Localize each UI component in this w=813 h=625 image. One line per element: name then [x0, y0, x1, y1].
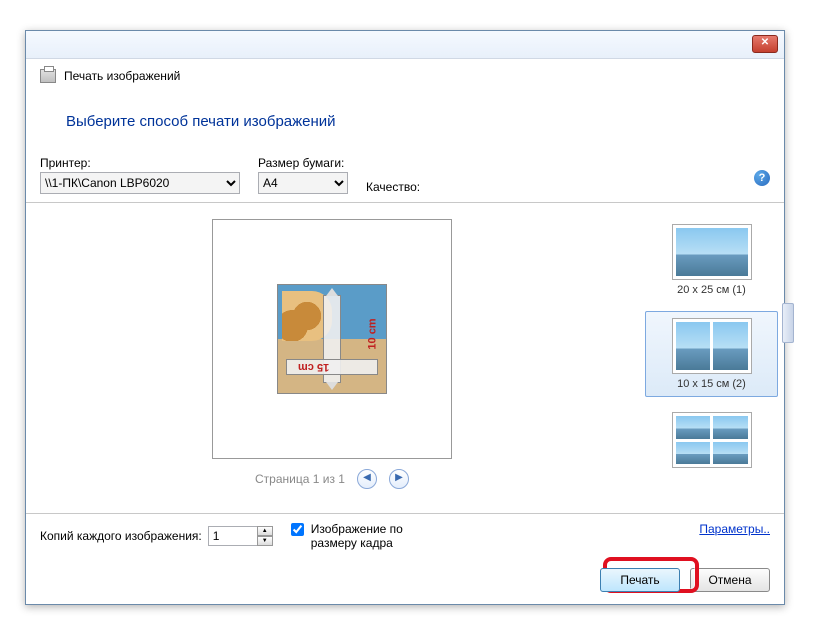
printer-label: Принтер: [40, 156, 240, 170]
layout-option-2[interactable] [645, 405, 778, 479]
layout-option-0[interactable]: 20 x 25 см (1) [645, 217, 778, 303]
prev-page-button[interactable]: ◀ [357, 469, 377, 489]
copies-spinner: ▲ ▼ [257, 526, 273, 546]
copies-up-button[interactable]: ▲ [257, 526, 273, 536]
layout-cell [713, 416, 748, 439]
fit-frame-checkbox[interactable] [291, 523, 304, 536]
layout-thumb [672, 318, 752, 374]
print-options-row: Принтер: \\1-ПК\Canon LBP6020 Размер бум… [26, 152, 784, 203]
copies-down-button[interactable]: ▼ [257, 536, 273, 546]
dialog-title: Печать изображений [64, 69, 180, 83]
fit-frame-label: Изображение по размеру кадра [311, 522, 447, 550]
page-counter-row: Страница 1 из 1 ◀ ▶ [255, 469, 409, 489]
quality-label: Качество: [366, 180, 420, 194]
close-button[interactable]: ✕ [752, 35, 778, 53]
printer-icon [40, 69, 56, 83]
layout-cell [676, 228, 748, 276]
layout-cell [676, 322, 711, 370]
page-preview: 10 cm 15 cm [212, 219, 452, 459]
instruction-text: Выберите способ печати изображений [26, 85, 784, 152]
dialog-header: Печать изображений [26, 59, 784, 85]
cancel-button[interactable]: Отмена [690, 568, 770, 592]
ruler-v-label: 10 cm [366, 319, 378, 350]
help-icon[interactable]: ? [754, 170, 770, 186]
bottom-options-bar: Копий каждого изображения: ▲ ▼ Изображен… [26, 513, 784, 557]
paper-size-select[interactable]: A4 [258, 172, 348, 194]
fit-frame-checkbox-group[interactable]: Изображение по размеру кадра [287, 522, 447, 550]
paper-size-label: Размер бумаги: [258, 156, 348, 170]
layout-thumb [672, 224, 752, 280]
ruler-h-label: 15 cm [298, 361, 329, 373]
preview-image: 10 cm 15 cm [277, 284, 387, 394]
layout-cell [676, 442, 711, 465]
copies-label: Копий каждого изображения: [40, 529, 202, 543]
options-link[interactable]: Параметры.. [699, 522, 770, 536]
layout-cell [676, 416, 711, 439]
titlebar: ✕ [26, 31, 784, 59]
layouts-pane: 20 x 25 см (1) 10 x 15 см (2) [638, 203, 784, 513]
layout-cell [713, 442, 748, 465]
dialog-button-row: Печать Отмена [26, 557, 784, 603]
layout-thumb [672, 412, 752, 468]
layout-label: 20 x 25 см (1) [650, 284, 773, 296]
layout-cell [713, 322, 748, 370]
preview-pane: 10 cm 15 cm Страница 1 из 1 ◀ ▶ [26, 203, 638, 513]
page-counter-text: Страница 1 из 1 [255, 472, 345, 486]
layout-label: 10 x 15 см (2) [650, 378, 773, 390]
next-page-button[interactable]: ▶ [389, 469, 409, 489]
copies-input[interactable] [208, 526, 258, 546]
print-pictures-dialog: ✕ Печать изображений Выберите способ печ… [25, 30, 785, 605]
layout-option-1[interactable]: 10 x 15 см (2) [645, 311, 778, 397]
body-area: 10 cm 15 cm Страница 1 из 1 ◀ ▶ 20 x 25 … [26, 203, 784, 513]
scrollbar-thumb[interactable] [782, 303, 794, 343]
printer-select[interactable]: \\1-ПК\Canon LBP6020 [40, 172, 240, 194]
print-button[interactable]: Печать [600, 568, 680, 592]
